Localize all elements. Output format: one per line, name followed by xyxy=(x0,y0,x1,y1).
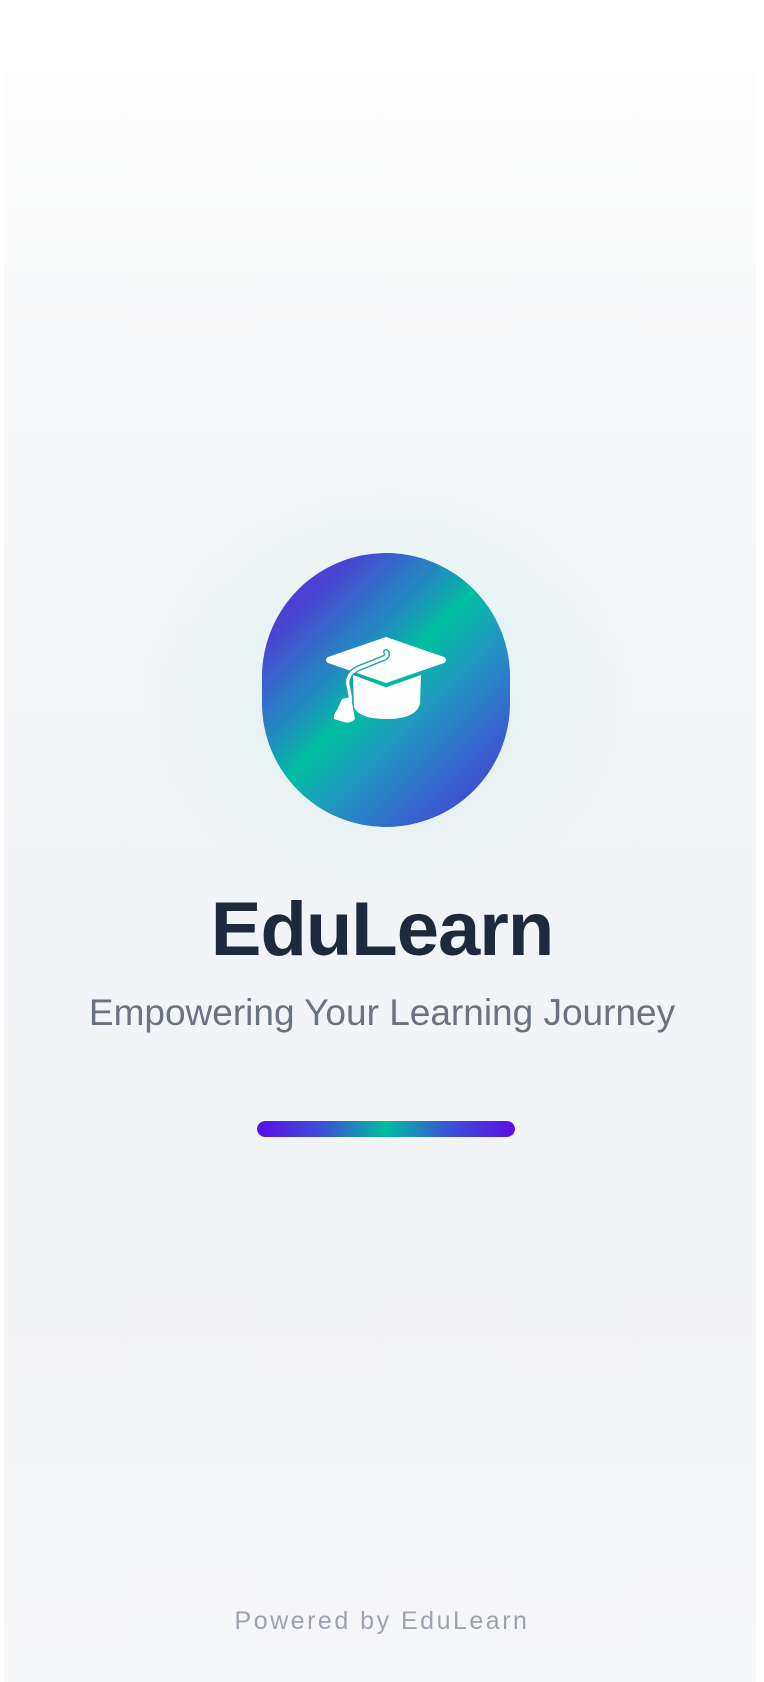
graduation-cap-icon xyxy=(326,637,446,723)
loading-progress-bar xyxy=(257,1121,515,1137)
left-edge xyxy=(0,30,4,1682)
app-tagline: Empowering Your Learning Journey xyxy=(88,992,676,1033)
splash-screen: EduLearn Empowering Your Learning Journe… xyxy=(0,0,764,1682)
app-title: EduLearn xyxy=(210,887,555,972)
loading-progress-fill xyxy=(257,1121,515,1137)
footer-powered-by: Powered by EduLearn xyxy=(234,1607,530,1635)
right-edge xyxy=(756,30,764,1682)
app-logo xyxy=(262,553,510,827)
